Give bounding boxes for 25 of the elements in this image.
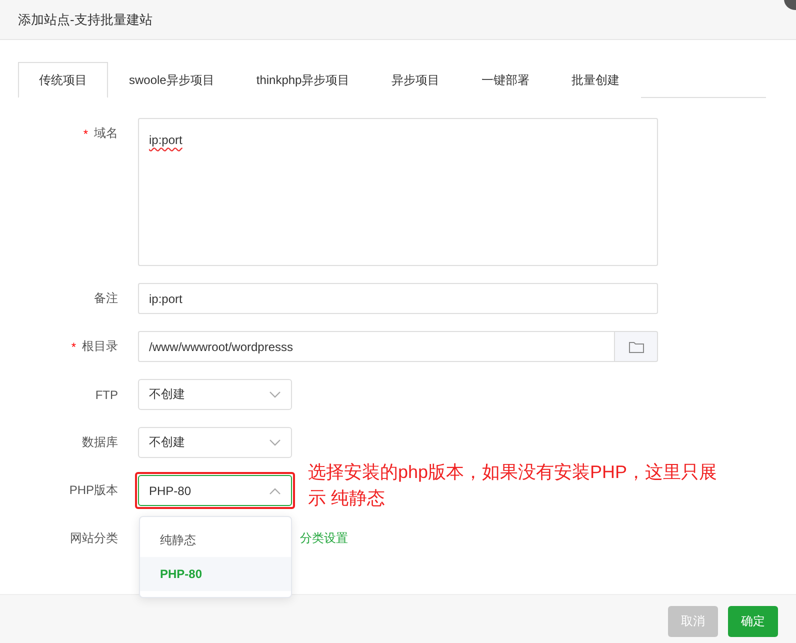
select-field[interactable]: PHP-80 [138,475,292,506]
field-label: 数据库 [82,434,118,451]
select-field[interactable]: 不创建 [138,427,292,458]
field-label: FTP [95,388,118,402]
required-mark: * [83,126,88,140]
path-field[interactable]: /www/wwwroot/wordpresss [138,331,615,362]
chevron-down-icon [269,438,281,446]
folder-button[interactable] [615,331,658,362]
required-mark: * [71,340,76,354]
field-label: PHP版本 [69,482,118,499]
select-field[interactable]: 不创建 [138,379,292,410]
domain-textarea[interactable]: ip:port [138,118,658,266]
tab[interactable]: 传统项目 [18,62,108,98]
dialog-title: 添加站点-支持批量建站 [18,10,152,28]
textarea-text: ip:port [149,133,182,147]
dropdown-option[interactable]: 纯静态 [140,523,291,557]
input-field[interactable]: ip:port [138,283,658,314]
annotation-text: 选择安装的php版本，如果没有安装PHP，这里只展示 纯静态 [308,461,718,510]
chevron-down-icon [269,390,281,398]
field-label: 网站分类 [70,530,118,547]
chevron-up-icon [269,486,281,494]
field-label: 根目录 [82,338,118,355]
field-label: 备注 [94,290,118,307]
folder-icon [628,340,644,352]
field-label: 域名 [94,125,118,142]
